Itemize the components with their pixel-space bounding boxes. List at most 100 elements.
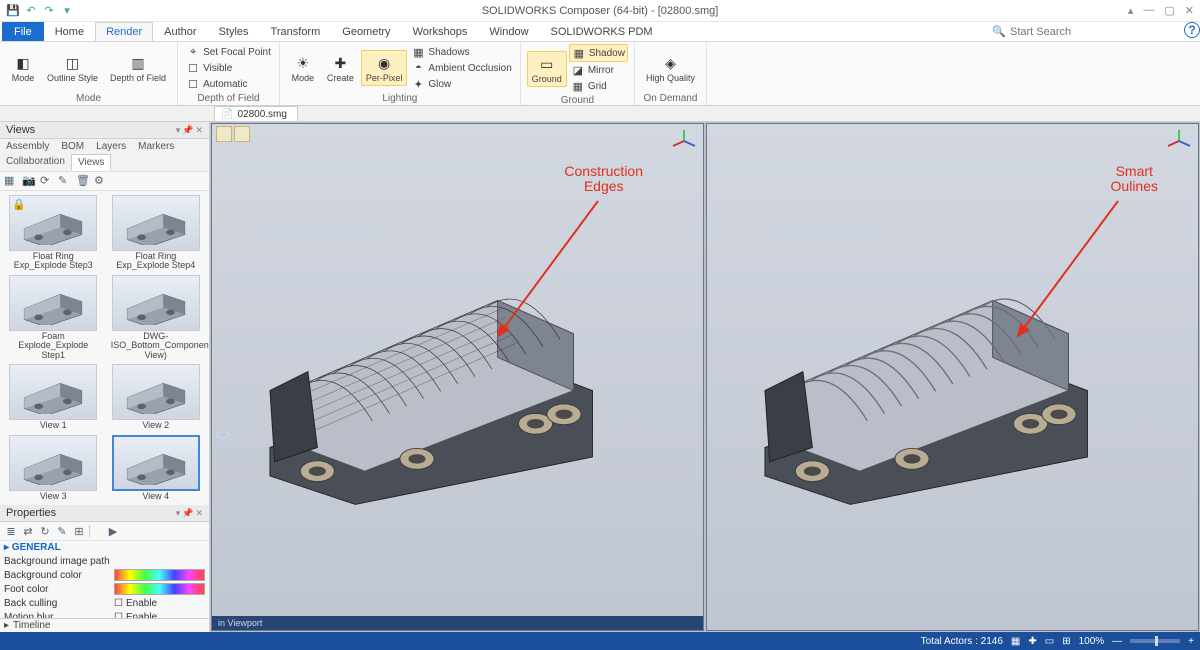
ribbon-tab-workshops[interactable]: Workshops: [402, 22, 479, 41]
viewport-right[interactable]: SmartOulines: [706, 123, 1199, 631]
prop-close-icon[interactable]: ✕: [195, 508, 203, 519]
prop-group-general[interactable]: ▸ GENERAL: [0, 541, 209, 554]
view-card[interactable]: DWG-ISO_Bottom_Components(Named View): [107, 275, 206, 360]
ribbon-small-visible[interactable]: ☐Visible: [184, 60, 273, 76]
save-icon[interactable]: 💾: [6, 4, 20, 18]
prop-tool-4[interactable]: ✎: [55, 524, 69, 538]
status-icon-1[interactable]: ▦: [1011, 636, 1020, 647]
zoom-slider[interactable]: [1130, 639, 1180, 643]
ribbon-tab-window[interactable]: Window: [478, 22, 539, 41]
prop-value[interactable]: ☐Enable: [114, 598, 205, 609]
prop-row[interactable]: Motion blur☐Enable: [0, 610, 209, 618]
ribbon-btn-depth-of-field[interactable]: ▥Depth of Field: [105, 50, 171, 86]
views-subtab-bom[interactable]: BOM: [55, 139, 90, 154]
view-tool-3[interactable]: ⟳: [40, 174, 54, 188]
ribbon-small-ambient-occlusion[interactable]: ◓Ambient Occlusion: [409, 60, 513, 76]
view-tool-2[interactable]: 📷: [22, 174, 36, 188]
viewport-left[interactable]: ConstructionEdges in Viewport: [211, 123, 704, 631]
ribbon-collapse-icon[interactable]: ▴: [1128, 4, 1134, 17]
ribbon-btn-per-pixel[interactable]: ◉Per-Pixel: [361, 50, 408, 86]
undo-icon[interactable]: ↶: [24, 4, 38, 18]
vp-tool-2[interactable]: [234, 126, 250, 142]
prop-row[interactable]: Foot color: [0, 582, 209, 596]
ribbon-tab-home[interactable]: Home: [44, 22, 95, 41]
ribbon-tab-render[interactable]: Render: [95, 22, 153, 41]
prop-value[interactable]: [114, 583, 205, 595]
view-tool-1[interactable]: ▦: [4, 174, 18, 188]
ribbon-small-grid[interactable]: ▦Grid: [569, 78, 628, 94]
prop-tool-3[interactable]: ↻: [38, 524, 52, 538]
ribbon-small-shadows[interactable]: ▦Shadows: [409, 44, 513, 60]
prop-tool-5[interactable]: ⊞: [72, 524, 86, 538]
axis-triad-icon[interactable]: [1166, 128, 1192, 154]
view-card[interactable]: View 4: [107, 435, 206, 501]
views-subtab-collaboration[interactable]: Collaboration: [0, 154, 71, 171]
color-swatch[interactable]: [114, 583, 205, 595]
panel-menu-icon[interactable]: 📌: [182, 125, 193, 136]
qat-dropdown-icon[interactable]: ▾: [60, 4, 74, 18]
minimize-icon[interactable]: —: [1143, 4, 1154, 17]
ribbon-btn-mode[interactable]: ◧Mode: [6, 50, 40, 86]
view-card[interactable]: 🔒Float Ring Exp_Explode Step3: [4, 195, 103, 271]
document-tab[interactable]: 📄 02800.smg: [214, 106, 298, 121]
ribbon-btn-outline-style[interactable]: ◫Outline Style: [42, 50, 103, 86]
help-icon[interactable]: ?: [1184, 22, 1200, 38]
status-icon-4[interactable]: ⊞: [1062, 636, 1070, 647]
prop-value[interactable]: [114, 569, 205, 581]
vp-tool-1[interactable]: [216, 126, 232, 142]
view-card[interactable]: View 2: [107, 364, 206, 430]
ribbon-tab-solidworks-pdm[interactable]: SOLIDWORKS PDM: [540, 22, 664, 41]
prop-row[interactable]: Background image path: [0, 554, 209, 568]
ribbon-small-automatic[interactable]: ☐Automatic: [184, 76, 273, 92]
prop-tool-1[interactable]: ≣: [4, 524, 18, 538]
views-subtab-layers[interactable]: Layers: [90, 139, 132, 154]
status-total-actors: Total Actors : 2146: [921, 636, 1003, 647]
ribbon-btn-ground[interactable]: ▭Ground: [527, 51, 567, 87]
view-card[interactable]: View 1: [4, 364, 103, 430]
status-icon-2[interactable]: ✚: [1028, 636, 1036, 647]
search-box[interactable]: 🔍: [992, 22, 1178, 41]
color-swatch[interactable]: [114, 569, 205, 581]
ribbon-small-set-focal-point[interactable]: ⌖Set Focal Point: [184, 44, 273, 60]
ribbon-tab-author[interactable]: Author: [153, 22, 207, 41]
ribbon-btn-mode[interactable]: ☀Mode: [286, 50, 320, 86]
checkbox-icon[interactable]: ☐: [114, 598, 123, 609]
panel-close-icon[interactable]: ✕: [195, 125, 203, 136]
ribbon-tab-styles[interactable]: Styles: [208, 22, 260, 41]
view-tool-4[interactable]: ✎: [58, 174, 72, 188]
view-tool-5[interactable]: 🗑: [76, 174, 90, 188]
close-icon[interactable]: ✕: [1185, 4, 1194, 17]
search-input[interactable]: [1010, 26, 1170, 38]
axis-triad-icon[interactable]: [671, 128, 697, 154]
ribbon-btn-create[interactable]: ✚Create: [322, 50, 359, 86]
view-tool-6[interactable]: ⚙: [94, 174, 108, 188]
pin-icon[interactable]: ▾: [176, 125, 181, 136]
prop-row[interactable]: Background color: [0, 568, 209, 582]
view-card[interactable]: Float Ring Exp_Explode Step4: [107, 195, 206, 271]
redo-icon[interactable]: ↷: [42, 4, 56, 18]
views-subtab-assembly[interactable]: Assembly: [0, 139, 55, 154]
timeline-tab[interactable]: ▸ Timeline: [0, 618, 209, 632]
ribbon-btn-high-quality[interactable]: ◈High Quality: [641, 50, 700, 86]
prop-tool-2[interactable]: ⇄: [21, 524, 35, 538]
status-icon-3[interactable]: ▭: [1045, 636, 1054, 647]
ribbon-small-mirror[interactable]: ◪Mirror: [569, 62, 628, 78]
prop-menu-icon[interactable]: 📌: [182, 508, 193, 519]
ribbon-small-glow[interactable]: ✦Glow: [409, 76, 513, 92]
file-menu[interactable]: File: [2, 22, 44, 41]
view-card[interactable]: Foam Explode_Explode Step1: [4, 275, 103, 360]
prop-tool-6[interactable]: ▶: [106, 524, 120, 538]
maximize-icon[interactable]: ▢: [1164, 4, 1174, 17]
views-subtab-markers[interactable]: Markers: [132, 139, 180, 154]
prop-row[interactable]: Back culling☐Enable: [0, 596, 209, 610]
zoom-out-icon[interactable]: —: [1112, 636, 1122, 647]
zoom-in-icon[interactable]: +: [1188, 636, 1194, 647]
ribbon-tab-transform[interactable]: Transform: [260, 22, 332, 41]
ribbon-tab-geometry[interactable]: Geometry: [331, 22, 401, 41]
prop-pin-icon[interactable]: ▾: [176, 508, 181, 519]
views-panel-title: Views: [6, 124, 35, 136]
view-card[interactable]: View 3: [4, 435, 103, 501]
views-subtab-views[interactable]: Views: [71, 154, 112, 171]
ribbon-small-shadow[interactable]: ▦Shadow: [569, 44, 628, 62]
nav-ring-icon[interactable]: [215, 430, 232, 439]
